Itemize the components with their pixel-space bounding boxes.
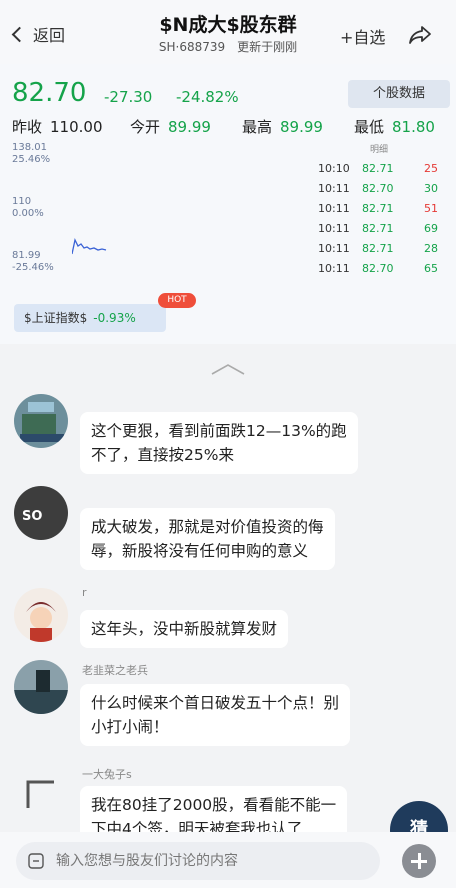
stock-code: SH·688739 [158, 40, 226, 54]
avatar-image [14, 768, 68, 822]
message-text: 成大破发，那就是对价值投资的侮 [91, 518, 324, 536]
index-pill[interactable]: $上证指数$ -0.93% [14, 304, 166, 332]
tick-price: 82.71 [362, 242, 394, 255]
tick-row: 10:11 82.70 30 [318, 182, 446, 202]
update-note: 更新于刚刚 [237, 40, 298, 54]
tick-time: 10:11 [318, 202, 350, 215]
prev-close-label: 昨收 [12, 118, 43, 136]
axis-top: 138.01 25.46% [12, 142, 50, 166]
message-text: 什么时候来个首日破发五十个点！别 [91, 694, 340, 712]
axis-mid: 110 0.00% [12, 196, 44, 220]
avatar-image [14, 660, 68, 714]
hot-badge: HOT [158, 293, 196, 308]
high-label: 最高 [242, 118, 273, 136]
tick-quantity: 51 [424, 202, 438, 215]
nickname: 一大兔子s [82, 768, 132, 781]
chevron-up-icon[interactable] [210, 362, 246, 376]
tick-time: 10:10 [318, 162, 350, 175]
message-text: 不了，直接按25%来 [91, 446, 234, 464]
axis-mid-percent: 0.00% [12, 208, 44, 219]
bottom-input-bar [0, 832, 456, 888]
avatar[interactable] [14, 588, 68, 642]
stock-data-button[interactable]: 个股数据 [348, 80, 450, 108]
tick-row: 10:11 82.71 69 [318, 222, 446, 242]
message-text: 这个更狠，看到前面跌12—13%的跑 [91, 422, 347, 440]
guess-button[interactable]: 猜 [390, 801, 448, 832]
axis-mid-price: 110 [12, 196, 32, 207]
message-input[interactable] [16, 842, 380, 880]
avatar-image: SO [14, 486, 68, 540]
prev-close-value: 110.00 [50, 118, 103, 136]
tick-row: 10:11 82.71 28 [318, 242, 446, 262]
price-change: -27.30 [104, 88, 153, 106]
add-favorite-button[interactable]: +自选 [340, 24, 385, 48]
add-icon[interactable] [402, 844, 436, 878]
avatar-image [14, 394, 68, 448]
index-change: -0.93% [93, 311, 136, 325]
quote-panel: 82.70 -27.30 -24.82% 个股数据 昨收 110.00 今开 89.… [0, 64, 456, 344]
avatar[interactable] [14, 660, 68, 714]
axis-bottom-price: 81.99 [12, 250, 41, 261]
nickname: r [82, 586, 87, 599]
message-bubble[interactable]: 什么时候来个首日破发五十个点！别 小打小闹！ [80, 684, 351, 746]
message-text: 我在80挂了2000股，看看能不能一 [91, 796, 337, 814]
low-value: 81.80 [392, 118, 435, 136]
open-label: 今开 [130, 118, 161, 136]
tick-quantity: 25 [424, 162, 438, 175]
tick-price: 82.70 [362, 182, 394, 195]
tick-price: 82.70 [362, 262, 394, 275]
tick-price: 82.71 [362, 162, 394, 175]
axis-bottom-percent: -25.46% [12, 262, 54, 273]
message-text: 这年头，没中新股就算发财 [91, 620, 278, 638]
high-stat: 最高 89.99 [242, 116, 323, 137]
message-text: 辱，新股将没有任何申购的意义 [91, 542, 309, 560]
tick-time: 10:11 [318, 242, 350, 255]
tick-time: 10:11 [318, 262, 350, 275]
avatar-image [14, 588, 68, 642]
avatar[interactable] [14, 394, 68, 448]
tick-quantity: 30 [424, 182, 438, 195]
ticks-header: 明细 [370, 145, 389, 155]
message-bubble[interactable]: 这个更狠，看到前面跌12—13%的跑 不了，直接按25%来 [80, 412, 358, 474]
stock-subtitle: SH·688739 更新于刚刚 [0, 38, 456, 55]
tick-quantity: 28 [424, 242, 438, 255]
message-bubble[interactable]: 成大破发，那就是对价值投资的侮 辱，新股将没有任何申购的意义 [80, 508, 335, 570]
message-bubble[interactable]: 我在80挂了2000股，看看能不能一 下中4个签，明天被套我也认了 [80, 786, 348, 832]
axis-top-price: 138.01 [12, 142, 47, 153]
avatar[interactable] [14, 768, 68, 822]
intraday-price-line [72, 238, 107, 255]
tick-quantity: 69 [424, 222, 438, 235]
tick-price: 82.71 [362, 222, 394, 235]
axis-bottom: 81.99 -25.46% [12, 250, 54, 274]
tick-row: 10:11 82.71 51 [318, 202, 446, 222]
tick-time: 10:11 [318, 182, 350, 195]
tick-row: 10:10 82.71 25 [318, 162, 446, 182]
index-label: $上证指数$ [24, 311, 88, 325]
tick-price: 82.71 [362, 202, 394, 215]
message-text: 下中4个签，明天被套我也认了 [91, 820, 303, 832]
axis-top-percent: 25.46% [12, 154, 51, 165]
prev-close-stat: 昨收 110.00 [12, 116, 103, 137]
price-change-percent: -24.82% [176, 88, 239, 106]
svg-text:SO: SO [22, 509, 42, 524]
low-label: 最低 [354, 118, 385, 136]
low-stat: 最低 81.80 [354, 116, 435, 137]
tick-row: 10:11 82.70 65 [318, 262, 446, 282]
open-stat: 今开 89.99 [130, 116, 211, 137]
group-title: $N成大$股东群 [159, 14, 297, 36]
tick-quantity: 65 [424, 262, 438, 275]
tick-time: 10:11 [318, 222, 350, 235]
nickname: 老韭菜之老兵 [82, 664, 148, 677]
high-value: 89.99 [280, 118, 323, 136]
chat-area[interactable]: 这个更狠，看到前面跌12—13%的跑 不了，直接按25%来 SO 成大破发，那就… [0, 344, 456, 832]
open-value: 89.99 [168, 118, 211, 136]
message-text: 小打小闹！ [91, 718, 169, 736]
avatar[interactable]: SO [14, 486, 68, 540]
message-bubble[interactable]: 这年头，没中新股就算发财 [80, 610, 289, 648]
share-icon[interactable] [408, 25, 432, 45]
header-bar: 返回 $N成大$股东群 SH·688739 更新于刚刚 +自选 [0, 0, 456, 64]
last-price: 82.70 [12, 78, 87, 108]
